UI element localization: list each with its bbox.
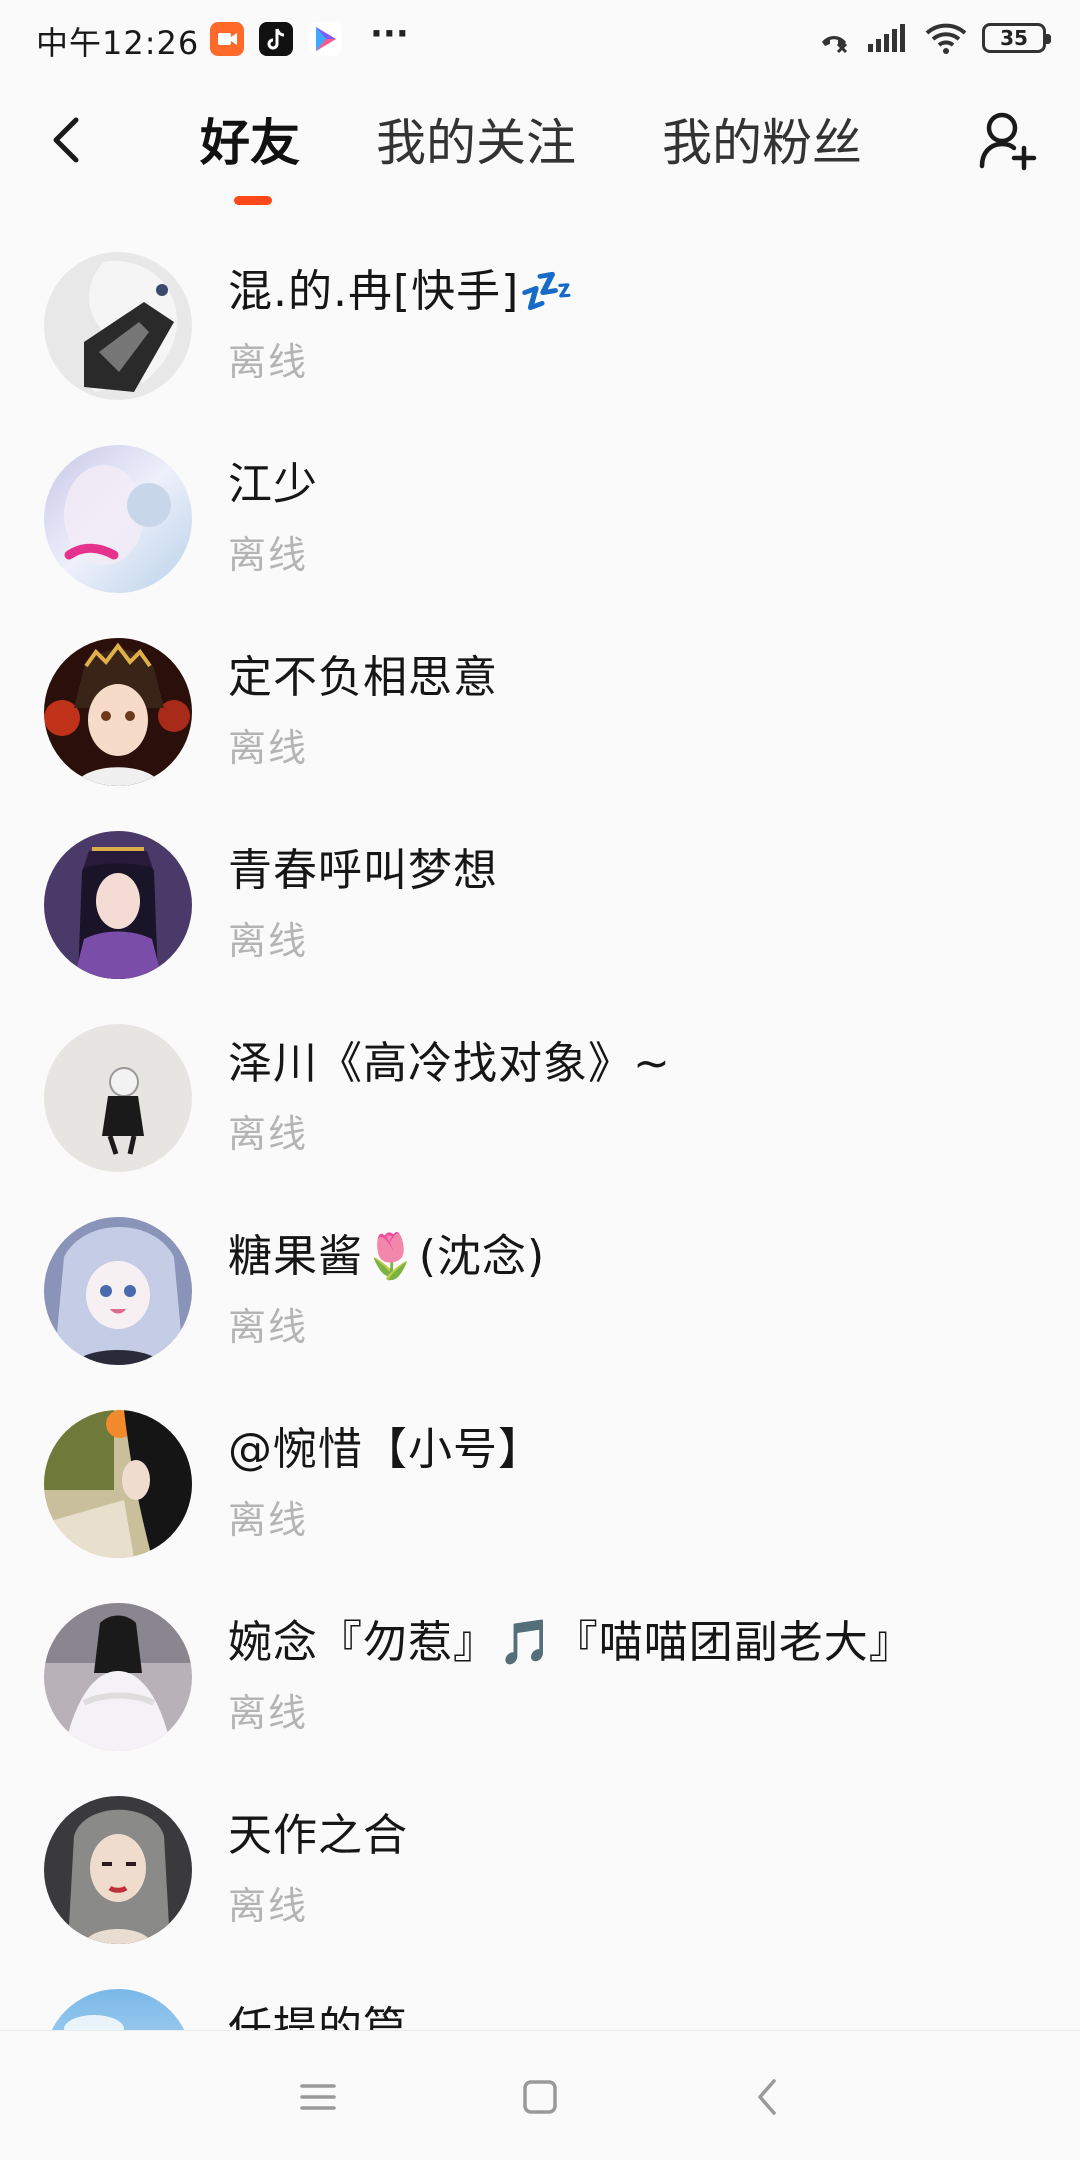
friend-name: 定不负相思意 bbox=[228, 652, 498, 703]
play-store-icon bbox=[308, 22, 342, 56]
tab-friends[interactable]: 好友 bbox=[200, 112, 300, 174]
more-notifications-icon: ··· bbox=[370, 14, 409, 54]
list-item[interactable]: 糖果酱🌷(沈念) 离线 bbox=[0, 1215, 1080, 1408]
home-icon bbox=[523, 2080, 557, 2114]
avatar[interactable] bbox=[44, 638, 192, 786]
friend-name: @惋惜【小号】 bbox=[228, 1424, 543, 1475]
avatar[interactable] bbox=[44, 1603, 192, 1751]
friend-name: 青春呼叫梦想 bbox=[228, 845, 498, 896]
friend-status: 离线 bbox=[228, 340, 309, 384]
avatar[interactable] bbox=[44, 831, 192, 979]
status-time: 中午12:26 bbox=[36, 24, 200, 62]
friend-status: 离线 bbox=[228, 1112, 309, 1156]
status-icons: 35 bbox=[816, 18, 1051, 58]
menu-icon bbox=[300, 2084, 336, 2110]
list-item[interactable]: 青春呼叫梦想 离线 bbox=[0, 829, 1080, 1022]
list-item[interactable]: @惋惜【小号】 离线 bbox=[0, 1408, 1080, 1601]
video-app-icon bbox=[210, 22, 244, 56]
friend-status: 离线 bbox=[228, 1691, 309, 1735]
avatar[interactable] bbox=[44, 1024, 192, 1172]
friends-screen: 中午12:26 ··· 35 好友 我的关注 我的粉丝 混.的.冉[快手]💤 离… bbox=[0, 0, 1080, 2160]
friend-status: 离线 bbox=[228, 919, 309, 963]
active-tab-indicator bbox=[234, 196, 272, 205]
status-bar: 中午12:26 ··· 35 bbox=[0, 0, 1080, 78]
friend-name: 天作之合 bbox=[228, 1810, 408, 1861]
home-button[interactable] bbox=[512, 2069, 568, 2125]
friend-status: 离线 bbox=[228, 533, 309, 577]
avatar[interactable] bbox=[44, 1796, 192, 1944]
list-item[interactable]: 定不负相思意 离线 bbox=[0, 636, 1080, 829]
friend-list: 混.的.冉[快手]💤 离线 江少 离线 定不负相思意 离线 青春呼叫梦想 离线 … bbox=[0, 250, 1080, 2160]
friend-name: 泽川《高冷找对象》~ bbox=[228, 1038, 671, 1089]
wifi-icon bbox=[925, 23, 967, 54]
battery-icon: 35 bbox=[982, 23, 1051, 53]
friend-status: 离线 bbox=[228, 1884, 309, 1928]
avatar[interactable] bbox=[44, 1410, 192, 1558]
avatar[interactable] bbox=[44, 252, 192, 400]
list-item[interactable]: 江少 离线 bbox=[0, 443, 1080, 636]
list-item[interactable]: 混.的.冉[快手]💤 离线 bbox=[0, 250, 1080, 443]
back-icon bbox=[758, 2079, 776, 2115]
tab-fans[interactable]: 我的粉丝 bbox=[662, 112, 862, 174]
call-muted-icon bbox=[822, 36, 848, 54]
friend-name: 婉念『勿惹』🎵『喵喵团副老大』 bbox=[228, 1617, 914, 1668]
list-item[interactable]: 泽川《高冷找对象》~ 离线 bbox=[0, 1022, 1080, 1215]
nav-back-button[interactable] bbox=[740, 2069, 796, 2125]
friend-name: 糖果酱🌷(沈念) bbox=[228, 1231, 546, 1282]
avatar[interactable] bbox=[44, 1217, 192, 1365]
add-user-icon bbox=[979, 112, 1037, 171]
add-friend-button[interactable] bbox=[976, 108, 1042, 174]
avatar[interactable] bbox=[44, 445, 192, 593]
tiktok-icon bbox=[259, 22, 293, 56]
friend-status: 离线 bbox=[228, 1498, 309, 1542]
friend-name: 混.的.冉[快手]💤 bbox=[228, 266, 576, 317]
friend-status: 离线 bbox=[228, 726, 309, 770]
chevron-left-icon bbox=[53, 117, 79, 163]
back-button[interactable] bbox=[40, 112, 96, 168]
signal-icon bbox=[868, 24, 905, 52]
list-item[interactable]: 天作之合 离线 bbox=[0, 1794, 1080, 1987]
tab-following[interactable]: 我的关注 bbox=[376, 112, 576, 174]
friend-status: 离线 bbox=[228, 1305, 309, 1349]
list-item[interactable]: 婉念『勿惹』🎵『喵喵团副老大』 离线 bbox=[0, 1601, 1080, 1794]
friend-name: 江少 bbox=[228, 459, 318, 510]
system-nav-bar bbox=[0, 2030, 1080, 2160]
header: 好友 我的关注 我的粉丝 bbox=[0, 90, 1080, 210]
menu-button[interactable] bbox=[290, 2069, 346, 2125]
